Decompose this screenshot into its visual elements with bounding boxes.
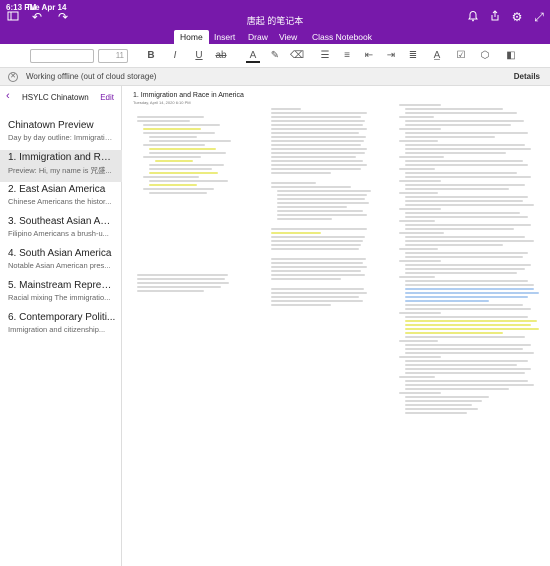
page-color-icon[interactable]: ◧: [504, 49, 518, 63]
ribbon-tabs: Home Insert Draw View Class Notebook: [0, 28, 550, 44]
page-list-item[interactable]: 4. South Asian America Notable Asian Ame…: [0, 246, 122, 278]
page-list-item-selected[interactable]: 1. Immigration and Rac... Preview: Hi, m…: [0, 150, 122, 182]
font-color-button[interactable]: A: [246, 49, 260, 63]
page-preview: Chinese Americans the histor...: [8, 197, 112, 206]
page-preview: Notable Asian American pres...: [8, 261, 111, 270]
tab-home[interactable]: Home: [174, 30, 209, 44]
page-title: 4. South Asian America: [8, 248, 112, 259]
page-list-item[interactable]: 3. Southeast Asian Am... Filipino Americ…: [0, 214, 122, 246]
styles-icon[interactable]: A̲: [430, 49, 444, 63]
page-title: 3. Southeast Asian Am...: [8, 216, 116, 227]
clear-format-icon[interactable]: ⌫: [290, 49, 304, 63]
redo-icon[interactable]: ↷: [56, 10, 70, 24]
edit-button[interactable]: Edit: [100, 93, 114, 102]
checkbox-tag-icon[interactable]: ☑: [454, 49, 468, 63]
page-preview: Filipino Americans a brush-u...: [8, 229, 109, 238]
indent-icon[interactable]: ⇥: [384, 49, 398, 63]
page-list-item[interactable]: 2. East Asian America Chinese Americans …: [0, 182, 122, 214]
numbered-list-icon[interactable]: ≡: [340, 49, 354, 63]
formatting-toolbar: 11 B I U ab A ✎ ⌫ ☰ ≡ ⇤ ⇥ ≣ A̲ ☑ ⬡ ◧: [0, 44, 550, 68]
page-title: 2. East Asian America: [8, 184, 106, 195]
sidebar-header: ‹ HSYLC Chinatown Edit: [0, 86, 122, 108]
back-chevron-icon[interactable]: ‹: [6, 90, 10, 102]
font-name-field[interactable]: [30, 49, 94, 63]
page-title: 5. Mainstream Represe...: [8, 280, 116, 291]
gear-icon[interactable]: ⚙: [510, 10, 524, 24]
page-list-item[interactable]: 6. Contemporary Politi... Immigration an…: [0, 310, 122, 342]
undo-icon[interactable]: ↶: [30, 10, 44, 24]
page-list-item[interactable]: Chinatown Preview Day by day outline: Im…: [0, 118, 122, 150]
onenote-app: 6:13 PM Tue Apr 14 唐起 的笔记本 ↶ ↷ ⚙ ⤢ Home …: [0, 0, 550, 566]
timeline-text-block: [399, 104, 540, 416]
bold-button[interactable]: B: [144, 49, 158, 63]
font-size-field[interactable]: 11: [98, 49, 128, 63]
page-title: 1. Immigration and Rac...: [8, 152, 116, 163]
outdent-icon[interactable]: ⇤: [362, 49, 376, 63]
page-list-sidebar: ‹ HSYLC Chinatown Edit Chinatown Preview…: [0, 86, 122, 566]
page-date: Tuesday, April 14, 2020 6:10 PM: [133, 100, 191, 105]
page-list-item[interactable]: 5. Mainstream Represe... Racial mixing T…: [0, 278, 122, 310]
preview-text-block: [271, 108, 371, 308]
page-preview: Immigration and citizenship...: [8, 325, 106, 334]
tag-icon[interactable]: ⬡: [478, 49, 492, 63]
details-button[interactable]: Details: [514, 72, 540, 81]
page-title: Chinatown Preview: [8, 120, 94, 131]
note-paragraph: [137, 274, 233, 294]
page-preview: Day by day outline: Immigration...: [8, 133, 116, 142]
page-preview: Preview: Hi, my name is 咒盛...: [8, 166, 112, 175]
tab-draw[interactable]: Draw: [242, 30, 274, 44]
highlight-icon[interactable]: ✎: [268, 49, 282, 63]
tab-insert[interactable]: Insert: [208, 30, 241, 44]
tab-class-notebook[interactable]: Class Notebook: [306, 30, 378, 44]
strikethrough-button[interactable]: ab: [214, 49, 228, 63]
tab-view[interactable]: View: [273, 30, 303, 44]
section-title: HSYLC Chinatown: [22, 93, 89, 102]
page-title: 6. Contemporary Politi...: [8, 312, 116, 323]
outline-text-block: [137, 116, 233, 196]
bullet-list-icon[interactable]: ☰: [318, 49, 332, 63]
close-icon[interactable]: ✕: [8, 72, 18, 82]
share-icon[interactable]: [488, 10, 502, 24]
underline-button[interactable]: U: [192, 49, 206, 63]
page-preview: Racial mixing The immigratio...: [8, 293, 111, 302]
offline-message: Working offline (out of cloud storage): [26, 72, 157, 81]
align-icon[interactable]: ≣: [406, 49, 420, 63]
offline-notification-bar: ✕ Working offline (out of cloud storage)…: [0, 68, 550, 86]
note-canvas[interactable]: 1. Immigration and Race in America Tuesd…: [123, 86, 550, 566]
italic-button[interactable]: I: [168, 49, 182, 63]
expand-icon[interactable]: ⤢: [532, 10, 546, 24]
page-heading: 1. Immigration and Race in America: [133, 92, 244, 99]
sidebar-icon[interactable]: [6, 10, 20, 24]
bell-icon[interactable]: [466, 10, 480, 24]
title-bar: 6:13 PM Tue Apr 14 唐起 的笔记本 ↶ ↷ ⚙ ⤢: [0, 0, 550, 28]
